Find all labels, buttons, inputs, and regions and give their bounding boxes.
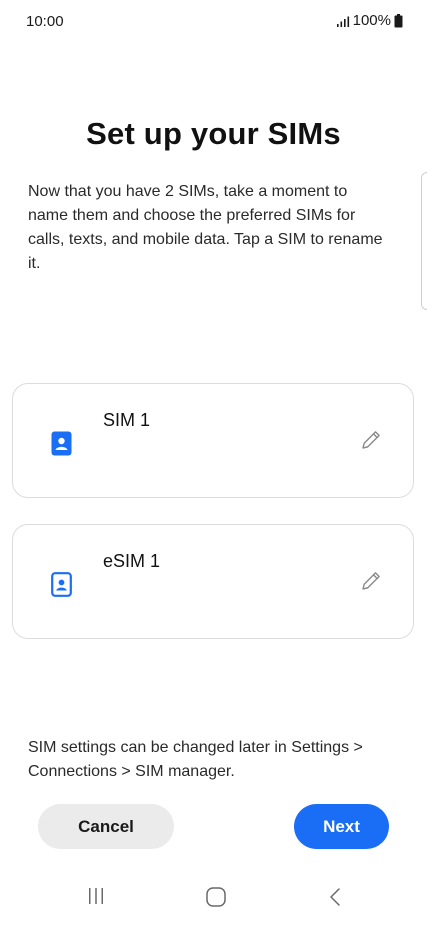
next-button[interactable]: Next xyxy=(294,804,389,849)
home-icon[interactable] xyxy=(205,886,227,908)
signal-bars-icon xyxy=(336,15,350,27)
status-indicators: 100% xyxy=(336,12,403,29)
sim-setup-screen: 10:00 100% Set up your SIMs Now that you… xyxy=(0,0,427,926)
edge-panel-handle[interactable] xyxy=(421,172,427,310)
settings-note: SIM settings can be changed later in Set… xyxy=(28,739,363,780)
recents-icon[interactable] xyxy=(86,886,106,906)
page-title: Set up your SIMs xyxy=(86,116,341,151)
sim-card-esim1[interactable]: eSIM 1 xyxy=(12,524,414,639)
sim-name-label: SIM 1 xyxy=(103,410,151,430)
status-bar: 10:00 100% xyxy=(0,0,427,44)
status-time: 10:00 xyxy=(26,13,64,30)
cancel-button[interactable]: Cancel xyxy=(38,804,174,849)
battery-full-icon xyxy=(394,13,403,28)
sim-name-label: eSIM 1 xyxy=(103,551,161,571)
sim-card-filled-icon xyxy=(51,431,72,456)
pencil-icon[interactable] xyxy=(359,428,383,452)
esim-card-outline-icon xyxy=(51,572,72,597)
battery-percentage: 100% xyxy=(352,12,391,29)
pencil-icon[interactable] xyxy=(359,569,383,593)
sim-card-sim1[interactable]: SIM 1 xyxy=(12,383,414,498)
back-icon[interactable] xyxy=(328,886,342,908)
navigation-bar xyxy=(0,876,427,920)
page-description: Now that you have 2 SIMs, take a moment … xyxy=(28,183,383,272)
